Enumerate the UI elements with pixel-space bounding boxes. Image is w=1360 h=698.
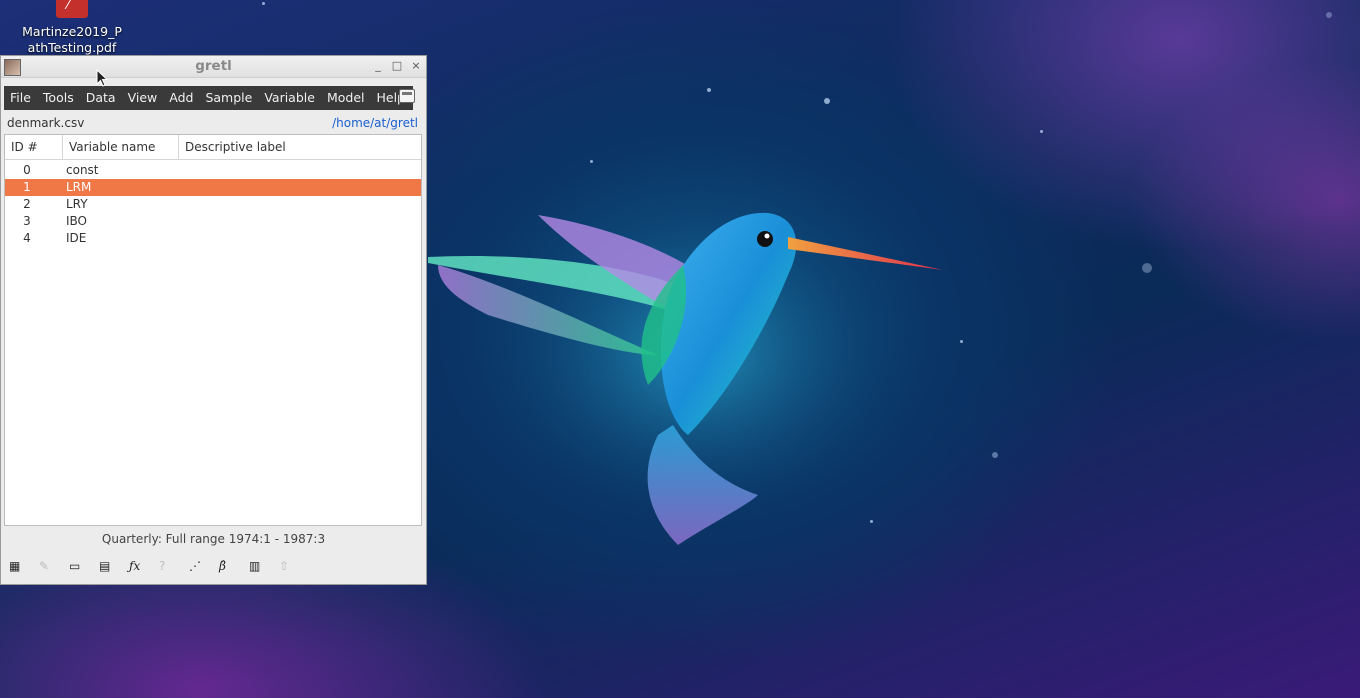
upload-icon[interactable]: ⇧ (279, 556, 309, 576)
scatter-plot-icon[interactable]: ⋰ (189, 556, 219, 576)
beta-hat-icon[interactable]: β̂ (219, 556, 249, 576)
row-variable-name: LRY (66, 197, 88, 211)
row-variable-name: IBO (66, 214, 88, 228)
pencil-icon[interactable]: ✎ (39, 556, 69, 576)
row-id: 3 (23, 214, 31, 228)
column-header-id[interactable]: ID # (5, 135, 63, 159)
table-row[interactable]: 3 IBO (5, 213, 421, 230)
menu-file[interactable]: File (4, 86, 37, 110)
wallpaper-hummingbird (428, 205, 943, 545)
table-body: 0 const 1 LRM 2 LRY 3 IBO 4 IDE (5, 160, 421, 247)
menu-data[interactable]: Data (80, 86, 122, 110)
sample-range-status: Quarterly: Full range 1974:1 - 1987:3 (101, 532, 326, 546)
desktop-icon-label-line1: Martinze2019_P (22, 24, 122, 39)
row-variable-name: IDE (66, 231, 87, 245)
pdf-icon (56, 0, 88, 18)
row-id: 0 (23, 163, 31, 177)
row-variable-name: LRM (66, 180, 92, 194)
table-row[interactable]: 4 IDE (5, 230, 421, 247)
row-id: 4 (23, 231, 31, 245)
row-id: 2 (23, 197, 31, 211)
working-directory-link[interactable]: /home/at/gretl (332, 116, 418, 130)
database-icon[interactable]: ▥ (249, 556, 279, 576)
help-icon[interactable]: ? (159, 556, 189, 576)
menu-add[interactable]: Add (163, 86, 199, 110)
window-list-icon[interactable] (399, 89, 415, 103)
desktop-icon-label-line2: athTesting.pdf (27, 40, 117, 55)
calculator-icon[interactable]: ▦ (9, 556, 39, 576)
menu-model[interactable]: Model (321, 86, 371, 110)
row-id: 1 (23, 180, 31, 194)
mouse-cursor-icon (96, 69, 108, 87)
close-button[interactable]: × (409, 59, 423, 73)
maximize-button[interactable]: □ (390, 59, 404, 73)
dataset-filename: denmark.csv (7, 116, 85, 130)
column-header-descriptive-label[interactable]: Descriptive label (179, 135, 421, 159)
session-icon[interactable]: ▤ (99, 556, 129, 576)
menu-strip: File Tools Data View Add Sample Variable… (4, 86, 413, 110)
bottom-toolbar: ▦ ✎ ▭ ▤ ƒx ? ⋰ β̂ ▥ ⇧ (9, 556, 309, 576)
menu-sample[interactable]: Sample (199, 86, 258, 110)
table-row[interactable]: 2 LRY (5, 196, 421, 213)
column-header-variable-name[interactable]: Variable name (63, 135, 179, 159)
info-bar: denmark.csv /home/at/gretl (1, 116, 426, 132)
desktop-icon-label: Martinze2019_P athTesting.pdf (12, 24, 132, 56)
menu-variable[interactable]: Variable (258, 86, 321, 110)
table-header: ID # Variable name Descriptive label (5, 135, 421, 160)
function-icon[interactable]: ƒx (129, 556, 159, 576)
console-icon[interactable]: ▭ (69, 556, 99, 576)
table-row-selected[interactable]: 1 LRM (5, 179, 421, 196)
minimize-button[interactable]: _ (371, 59, 385, 73)
row-variable-name: const (66, 163, 99, 177)
window-title: gretl (195, 58, 232, 74)
menu-tools[interactable]: Tools (37, 86, 80, 110)
variable-list[interactable]: ID # Variable name Descriptive label 0 c… (4, 134, 422, 526)
menu-view[interactable]: View (122, 86, 164, 110)
desktop-pdf-file-icon[interactable]: Martinze2019_P athTesting.pdf (12, 0, 132, 56)
menu-bar: File Tools Data View Add Sample Variable… (1, 78, 426, 118)
gretl-main-window[interactable]: gretl _ □ × File Tools Data View Add Sam… (0, 55, 427, 585)
table-row[interactable]: 0 const (5, 162, 421, 179)
title-bar[interactable]: gretl _ □ × (1, 56, 426, 78)
